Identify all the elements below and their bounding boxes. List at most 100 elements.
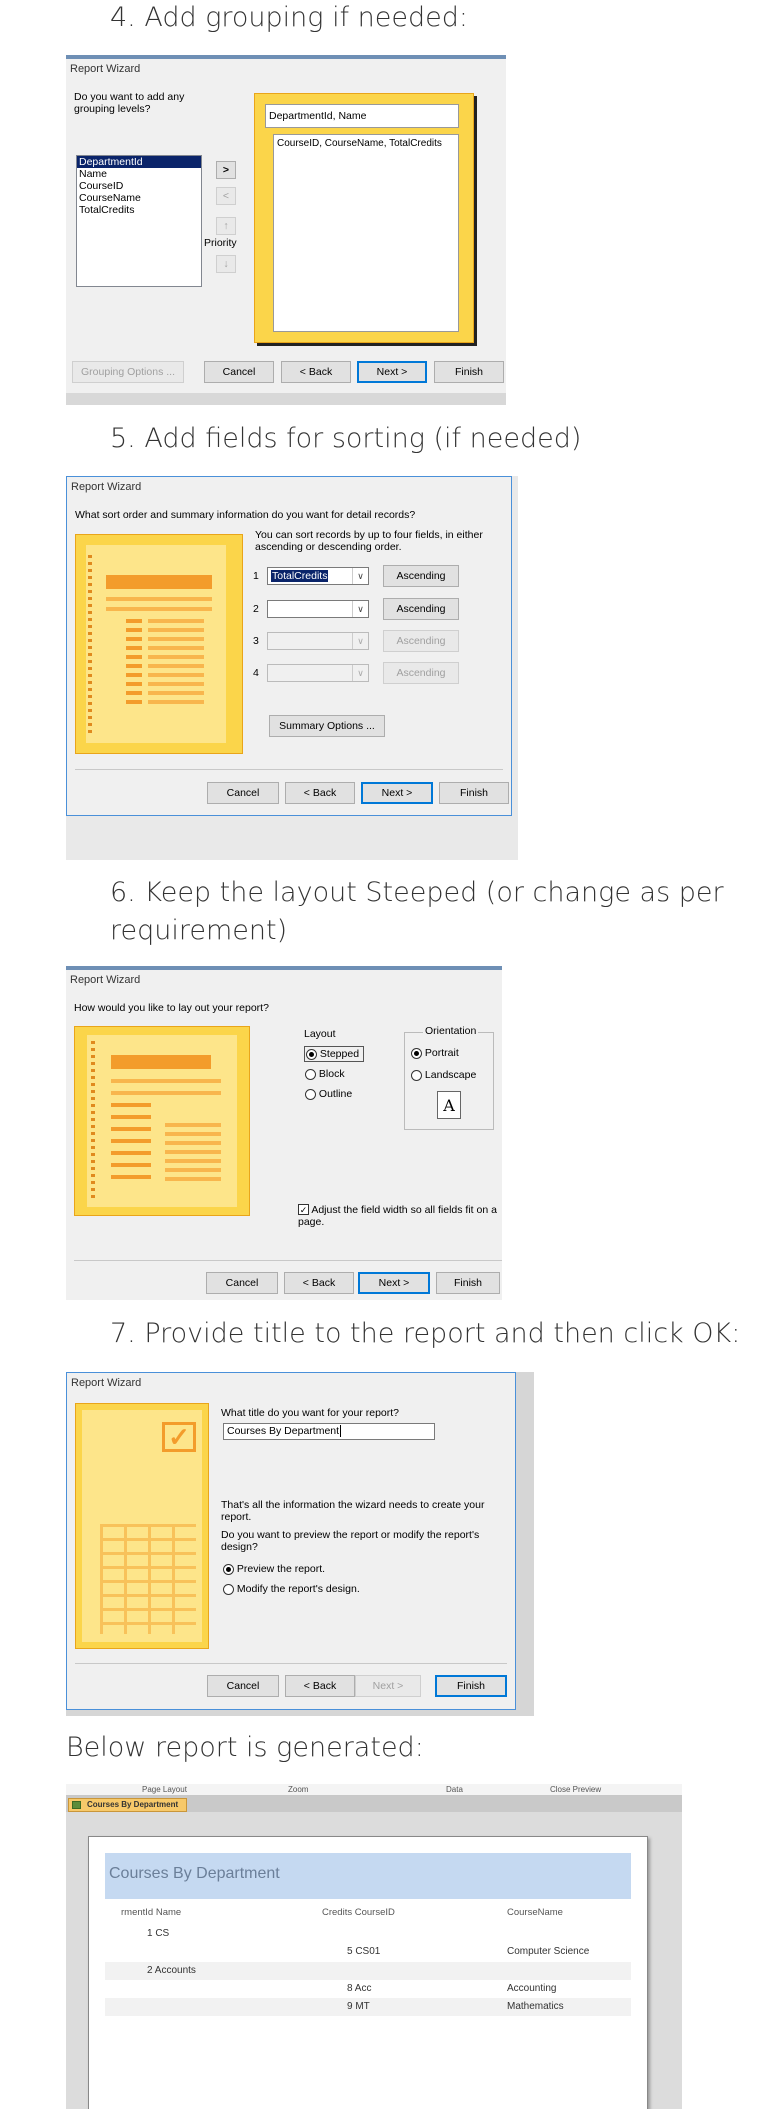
back-button[interactable]: < Back	[285, 782, 355, 804]
field-item[interactable]: CourseID	[77, 180, 201, 192]
radio-icon[interactable]	[223, 1583, 234, 1595]
adjust-width-label: Adjust the field width so all fields fit…	[298, 1204, 497, 1228]
next-button[interactable]: Next >	[358, 1272, 430, 1294]
finish-button[interactable]: Finish	[439, 782, 509, 804]
chevron-down-icon[interactable]: ∨	[352, 601, 368, 617]
radio-icon[interactable]	[306, 1048, 317, 1060]
layout-option-stepped[interactable]: Stepped	[304, 1046, 365, 1062]
report-title-band: Courses By Department	[105, 1853, 631, 1899]
layout-option-outline[interactable]: Outline	[305, 1088, 352, 1100]
column-header: CourseName	[507, 1907, 563, 1918]
grouping-options-button[interactable]: Grouping Options ...	[72, 361, 184, 383]
radio-icon[interactable]	[305, 1068, 316, 1080]
summary-options-button[interactable]: Summary Options ...	[269, 715, 385, 737]
cancel-button[interactable]: Cancel	[206, 1272, 278, 1294]
step7-heading: 7. Provide title to the report and then …	[110, 1318, 741, 1349]
cancel-button[interactable]: Cancel	[204, 361, 274, 383]
sort-field-combo-1[interactable]: TotalCredits ∨	[267, 567, 369, 585]
field-item[interactable]: CourseName	[77, 192, 201, 204]
finish-button[interactable]: Finish	[435, 1675, 507, 1697]
cell-course: 5 CS01	[347, 1946, 381, 1957]
cell-course: 9 MT	[347, 2001, 370, 2012]
ribbon-bar: Page Layout Zoom Data Close Preview	[66, 1784, 682, 1796]
ascending-button-4[interactable]: Ascending	[383, 662, 459, 684]
print-preview-screenshot: Page Layout Zoom Data Close Preview Cour…	[66, 1784, 682, 2109]
cancel-button[interactable]: Cancel	[207, 782, 279, 804]
report-icon	[72, 1801, 81, 1809]
report-title-value: Courses By Department	[227, 1425, 340, 1437]
available-fields-list[interactable]: DepartmentId Name CourseID CourseName To…	[76, 155, 202, 287]
modify-design-option[interactable]: Modify the report's design.	[223, 1583, 360, 1595]
sort-field-value: TotalCredits	[271, 570, 329, 582]
wizard-title: Report Wizard	[71, 1377, 142, 1389]
sort-field-combo-4[interactable]: ∨	[267, 664, 369, 682]
wizard-art-image	[75, 534, 243, 754]
title-wizard-screenshot: Report Wizard ✓ What title do you want f…	[66, 1372, 534, 1716]
ribbon-group-page-layout[interactable]: Page Layout	[142, 1785, 187, 1794]
back-button[interactable]: < Back	[284, 1272, 354, 1294]
add-grouping-button[interactable]: >	[216, 161, 236, 179]
radio-icon[interactable]	[411, 1069, 422, 1081]
field-item[interactable]: Name	[77, 168, 201, 180]
result-heading: Below report is generated:	[66, 1732, 424, 1763]
button-separator	[75, 769, 503, 770]
report-page: Courses By Department rmentId Name Credi…	[88, 1836, 648, 2109]
report-tab[interactable]: Courses By Department	[68, 1798, 188, 1812]
sort-field-combo-2[interactable]: ∨	[267, 600, 369, 618]
ascending-button-1[interactable]: Ascending	[383, 565, 459, 587]
priority-up-button[interactable]: ↑	[216, 217, 236, 235]
field-item[interactable]: TotalCredits	[77, 204, 201, 216]
window-top-edge	[66, 55, 506, 59]
wizard-art-image: ✓	[75, 1403, 209, 1649]
orientation-option-portrait[interactable]: Portrait	[411, 1047, 459, 1059]
orientation-group: Orientation Portrait Landscape A	[404, 1025, 494, 1130]
back-button[interactable]: < Back	[285, 1675, 355, 1697]
report-column-header: rmentId Name Credits CourseID CourseName	[105, 1907, 631, 1921]
wizard-info-text-1: That's all the information the wizard ne…	[221, 1499, 485, 1523]
radio-icon[interactable]	[305, 1088, 316, 1100]
layout-option-block[interactable]: Block	[305, 1068, 345, 1080]
grouping-wizard-screenshot: Report Wizard Do you want to add any gro…	[66, 55, 506, 405]
ribbon-group-close-preview[interactable]: Close Preview	[550, 1785, 601, 1794]
sorting-wizard-screenshot: Report Wizard What sort order and summar…	[66, 476, 518, 860]
adjust-width-checkbox[interactable]: ✓ Adjust the field width so all fields f…	[298, 1204, 498, 1228]
finish-button[interactable]: Finish	[434, 361, 504, 383]
orientation-option-label: Landscape	[424, 1069, 477, 1081]
chevron-down-icon[interactable]: ∨	[352, 633, 368, 649]
priority-down-button[interactable]: ↓	[216, 255, 236, 273]
checkmark-icon: ✓	[162, 1422, 196, 1452]
ascending-button-3[interactable]: Ascending	[383, 630, 459, 652]
ribbon-group-zoom[interactable]: Zoom	[288, 1785, 308, 1794]
report-title-input[interactable]: Courses By Department	[223, 1423, 435, 1440]
sort-field-combo-3[interactable]: ∨	[267, 632, 369, 650]
sort-row-number: 4	[253, 667, 259, 679]
report-row: 5 CS01 Computer Science	[105, 1943, 631, 1961]
radio-icon[interactable]	[411, 1047, 422, 1059]
chevron-down-icon[interactable]: ∨	[352, 665, 368, 681]
finish-button[interactable]: Finish	[436, 1272, 500, 1294]
step6-heading-line1: 6. Keep the layout Steeped (or change as…	[110, 877, 724, 908]
orientation-option-landscape[interactable]: Landscape	[411, 1069, 476, 1081]
checkbox-checked-icon[interactable]: ✓	[298, 1204, 309, 1215]
wizard-art-image	[74, 1026, 250, 1216]
cancel-button[interactable]: Cancel	[207, 1675, 279, 1697]
layout-option-label: Block	[318, 1068, 345, 1080]
cell-course-name: Accounting	[507, 1983, 557, 1994]
next-button[interactable]: Next >	[357, 361, 427, 383]
field-item[interactable]: DepartmentId	[77, 156, 201, 168]
preview-report-option[interactable]: Preview the report.	[223, 1563, 325, 1575]
layout-option-label: Outline	[318, 1088, 353, 1100]
report-row: 8 Acc Accounting	[105, 1980, 631, 1998]
next-button[interactable]: Next >	[355, 1675, 421, 1697]
ascending-button-2[interactable]: Ascending	[383, 598, 459, 620]
next-button[interactable]: Next >	[361, 782, 433, 804]
chevron-down-icon[interactable]: ∨	[352, 568, 368, 584]
cell-course-name: Computer Science	[507, 1946, 590, 1957]
cell-course-name: Mathematics	[507, 2001, 564, 2012]
report-title: Courses By Department	[109, 1865, 280, 1882]
back-button[interactable]: < Back	[281, 361, 351, 383]
ribbon-group-data[interactable]: Data	[446, 1785, 463, 1794]
column-header: Credits CourseID	[322, 1907, 395, 1918]
remove-grouping-button[interactable]: <	[216, 187, 236, 205]
radio-icon[interactable]	[223, 1563, 234, 1575]
